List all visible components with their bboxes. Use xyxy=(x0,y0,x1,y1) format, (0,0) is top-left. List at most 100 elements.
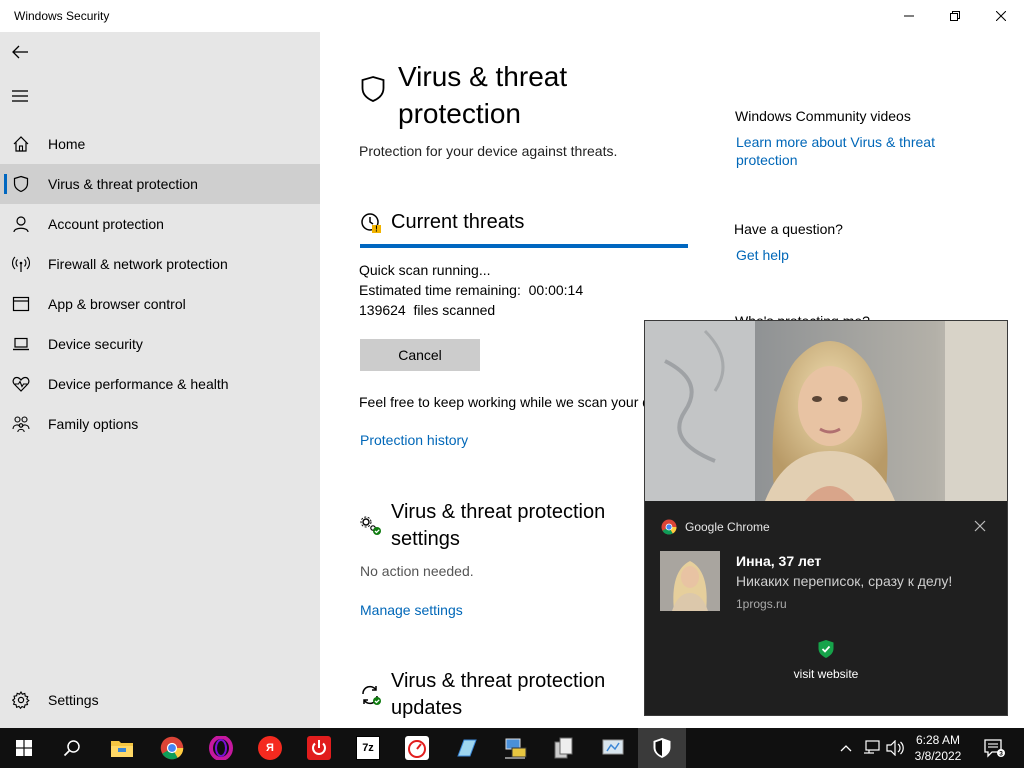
sidebar-item-device-performance[interactable]: Device performance & health xyxy=(0,364,320,404)
taskbar-windows-security[interactable] xyxy=(638,728,686,768)
minimize-button[interactable] xyxy=(886,0,932,32)
page-title: Virus & threat protection xyxy=(398,61,568,129)
visit-website-button[interactable]: visit website xyxy=(765,639,887,695)
sidebar-item-label: Device security xyxy=(48,336,143,352)
settings-section-heading: Virus & threat protection settings xyxy=(391,501,606,550)
community-videos-heading: Windows Community videos xyxy=(735,108,911,124)
wifi-antenna-icon xyxy=(12,256,30,272)
taskbar-opera[interactable] xyxy=(197,728,245,768)
settings-gears-icon xyxy=(360,516,381,535)
close-icon[interactable] xyxy=(973,519,987,533)
taskbar-7zip[interactable]: 7z xyxy=(344,728,392,768)
cancel-scan-button[interactable]: Cancel xyxy=(360,339,480,371)
sidebar: Home Virus & threat protection Account p… xyxy=(0,32,320,728)
7zip-icon: 7z xyxy=(356,736,380,760)
verified-shield-icon xyxy=(818,640,834,658)
ethernet-icon xyxy=(864,740,880,754)
learn-more-link[interactable]: Learn more about Virus & threat protecti… xyxy=(736,133,956,169)
notification-source: 1progs.ru xyxy=(736,597,787,611)
chrome-notification-toast[interactable]: Google Chrome Инна, 37 лет Никаких переп… xyxy=(644,320,1008,716)
speedometer-icon xyxy=(405,736,429,760)
hamburger-icon xyxy=(12,90,28,102)
scan-clock-icon: ! xyxy=(361,213,381,234)
get-help-link[interactable]: Get help xyxy=(736,247,789,263)
clock-date: 3/8/2022 xyxy=(914,749,962,763)
back-button[interactable] xyxy=(10,42,30,62)
sidebar-item-label: Virus & threat protection xyxy=(48,176,198,192)
sidebar-item-label: Account protection xyxy=(48,216,164,232)
gear-icon xyxy=(12,691,30,709)
taskbar: Я 7z 6:28 AM 3/8/2022 3 xyxy=(0,728,1024,768)
taskbar-speedtest[interactable] xyxy=(393,728,441,768)
speaker-icon xyxy=(886,740,904,756)
start-button[interactable] xyxy=(0,728,48,768)
time-remaining: Estimated time remaining: 00:00:14 xyxy=(359,280,583,300)
person-icon xyxy=(13,216,29,233)
monitor-icon xyxy=(602,739,624,755)
time-remaining-value: 00:00:14 xyxy=(528,282,584,298)
sidebar-item-label: App & browser control xyxy=(48,296,186,312)
window-title: Windows Security xyxy=(14,9,110,23)
clock-time: 6:28 AM xyxy=(915,733,961,747)
taskbar-yandex[interactable]: Я xyxy=(246,728,294,768)
sidebar-item-home[interactable]: Home xyxy=(0,124,320,164)
sidebar-item-app-browser-control[interactable]: App & browser control xyxy=(0,284,320,324)
shield-icon xyxy=(653,738,671,758)
sidebar-item-account-protection[interactable]: Account protection xyxy=(0,204,320,244)
taskbar-clock[interactable]: 6:28 AM 3/8/2022 xyxy=(906,732,970,764)
taskbar-app[interactable] xyxy=(442,728,490,768)
protection-history-link[interactable]: Protection history xyxy=(360,432,468,448)
sidebar-item-settings[interactable]: Settings xyxy=(0,680,320,720)
sidebar-item-device-security[interactable]: Device security xyxy=(0,324,320,364)
documents-icon xyxy=(554,737,573,759)
family-icon xyxy=(12,416,30,433)
taskbar-app2[interactable] xyxy=(589,728,637,768)
windows-logo-icon xyxy=(16,740,32,756)
chevron-up-icon xyxy=(840,745,852,752)
network-status-button[interactable] xyxy=(860,728,884,768)
taskbar-documents[interactable] xyxy=(540,728,588,768)
notification-app-name: Google Chrome xyxy=(685,520,770,534)
restore-button[interactable] xyxy=(932,0,978,32)
close-button[interactable] xyxy=(978,0,1024,32)
taskbar-chrome[interactable] xyxy=(148,728,196,768)
taskbar-power-app[interactable] xyxy=(295,728,343,768)
show-hidden-icons-button[interactable] xyxy=(836,728,856,768)
notification-message: Никаких переписок, сразу к делу! xyxy=(736,573,953,589)
network-computer-icon xyxy=(505,738,527,759)
scan-status: Quick scan running... xyxy=(359,262,491,278)
files-scanned: 139624 files scanned xyxy=(359,300,495,320)
app-icon xyxy=(457,739,477,757)
back-arrow-icon xyxy=(12,45,28,59)
opera-icon xyxy=(209,736,233,760)
heart-pulse-icon xyxy=(12,376,30,392)
current-threats-heading: Current threats xyxy=(391,211,525,233)
shield-icon xyxy=(361,76,385,102)
sidebar-item-virus-threat-protection[interactable]: Virus & threat protection xyxy=(0,164,320,204)
title-bar: Windows Security xyxy=(0,0,1024,32)
page-subtitle: Protection for your device against threa… xyxy=(359,143,618,159)
search-button[interactable] xyxy=(48,728,96,768)
taskbar-file-explorer[interactable] xyxy=(98,728,146,768)
svg-text:3: 3 xyxy=(999,751,1003,758)
notification-thumbnail xyxy=(660,551,720,611)
notification-heading: Инна, 37 лет xyxy=(736,553,822,569)
taskbar-network[interactable] xyxy=(491,728,539,768)
hamburger-menu-button[interactable] xyxy=(10,86,30,106)
sidebar-item-label: Firewall & network protection xyxy=(48,256,228,272)
time-remaining-label: Estimated time remaining: xyxy=(359,282,521,298)
laptop-icon xyxy=(13,337,29,351)
updates-section-heading: Virus & threat protection updates xyxy=(391,670,606,719)
power-icon xyxy=(307,736,331,760)
folder-icon xyxy=(111,741,133,757)
action-center-button[interactable]: 3 xyxy=(978,728,1010,768)
restore-icon xyxy=(950,11,960,21)
shield-icon xyxy=(13,175,29,193)
manage-settings-link[interactable]: Manage settings xyxy=(360,602,463,618)
chrome-icon xyxy=(661,519,677,535)
notification-hero-image[interactable] xyxy=(645,321,1007,501)
sidebar-item-family-options[interactable]: Family options xyxy=(0,404,320,444)
volume-button[interactable] xyxy=(884,728,906,768)
update-refresh-icon xyxy=(362,685,381,705)
sidebar-item-firewall[interactable]: Firewall & network protection xyxy=(0,244,320,284)
